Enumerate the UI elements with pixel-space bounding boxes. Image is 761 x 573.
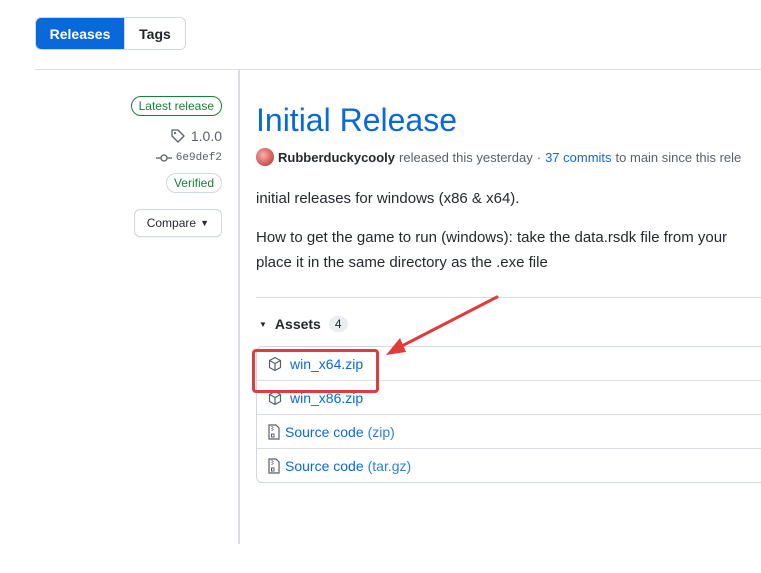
verified-badge[interactable]: Verified xyxy=(165,173,222,193)
tab-tags[interactable]: Tags xyxy=(124,18,185,49)
notes-paragraph-2-line-2: place it in the same directory as the .e… xyxy=(256,254,548,271)
tag-icon xyxy=(171,129,185,143)
tag-name: 1.0.0 xyxy=(190,128,222,144)
commits-link[interactable]: 37 commits xyxy=(545,150,611,165)
avatar[interactable] xyxy=(256,148,274,166)
asset-list: win_x64.zip win_x86.zip Source code (zip… xyxy=(256,346,761,483)
asset-ext: (zip) xyxy=(367,423,395,440)
tab-releases[interactable]: Releases xyxy=(36,18,124,49)
divider xyxy=(256,297,761,298)
release-meta: Rubberduckycooly released this yesterday… xyxy=(256,148,761,166)
separator: · xyxy=(536,149,542,165)
package-icon xyxy=(268,390,282,405)
asset-name[interactable]: win_x86.zip xyxy=(290,390,363,406)
asset-item[interactable]: Source code (zip) xyxy=(257,414,761,448)
asset-item[interactable]: win_x86.zip xyxy=(257,380,761,414)
assets-label: Assets xyxy=(274,316,321,332)
commit-link[interactable]: 6e9def2 xyxy=(155,152,222,164)
divider xyxy=(35,69,761,70)
triangle-down-icon: ▼ xyxy=(259,319,267,329)
asset-item[interactable]: Source code (tar.gz) xyxy=(257,448,761,482)
package-icon xyxy=(268,356,282,371)
assets-toggle[interactable]: ▼ Assets 4 xyxy=(256,316,761,332)
latest-release-badge: Latest release xyxy=(130,96,222,116)
assets-count: 4 xyxy=(328,316,348,332)
file-zip-icon xyxy=(268,457,280,474)
commits-suffix: to main since this rele xyxy=(615,149,742,165)
release-card: Initial Release Rubberduckycooly release… xyxy=(256,98,761,483)
compare-button[interactable]: Compare ▼ xyxy=(133,209,222,237)
commit-sha: 6e9def2 xyxy=(175,152,222,164)
release-tabs: Releases Tags xyxy=(35,17,186,50)
asset-name[interactable]: Source code xyxy=(285,458,364,474)
author-link[interactable]: Rubberduckycooly xyxy=(278,150,395,165)
asset-ext: (tar.gz) xyxy=(367,457,412,474)
released-text: released this yesterday xyxy=(399,149,533,165)
tag-link[interactable]: 1.0.0 xyxy=(170,128,222,144)
asset-item[interactable]: win_x64.zip xyxy=(257,347,761,380)
asset-name[interactable]: win_x64.zip xyxy=(290,356,363,372)
notes-paragraph-2-line-1: How to get the game to run (windows): ta… xyxy=(256,229,728,246)
triangle-down-icon: ▼ xyxy=(200,218,209,228)
file-zip-icon xyxy=(268,423,280,440)
release-sidebar: Latest release 1.0.0 6e9def2 Verified Co… xyxy=(130,96,222,237)
asset-name[interactable]: Source code xyxy=(285,424,364,440)
release-notes: initial releases for windows (x86 & x64)… xyxy=(256,186,761,275)
release-title[interactable]: Initial Release xyxy=(256,98,761,142)
timeline-divider xyxy=(238,70,240,544)
compare-label: Compare xyxy=(146,216,197,230)
commit-icon xyxy=(155,154,172,162)
notes-paragraph-1: initial releases for windows (x86 & x64)… xyxy=(256,190,520,207)
